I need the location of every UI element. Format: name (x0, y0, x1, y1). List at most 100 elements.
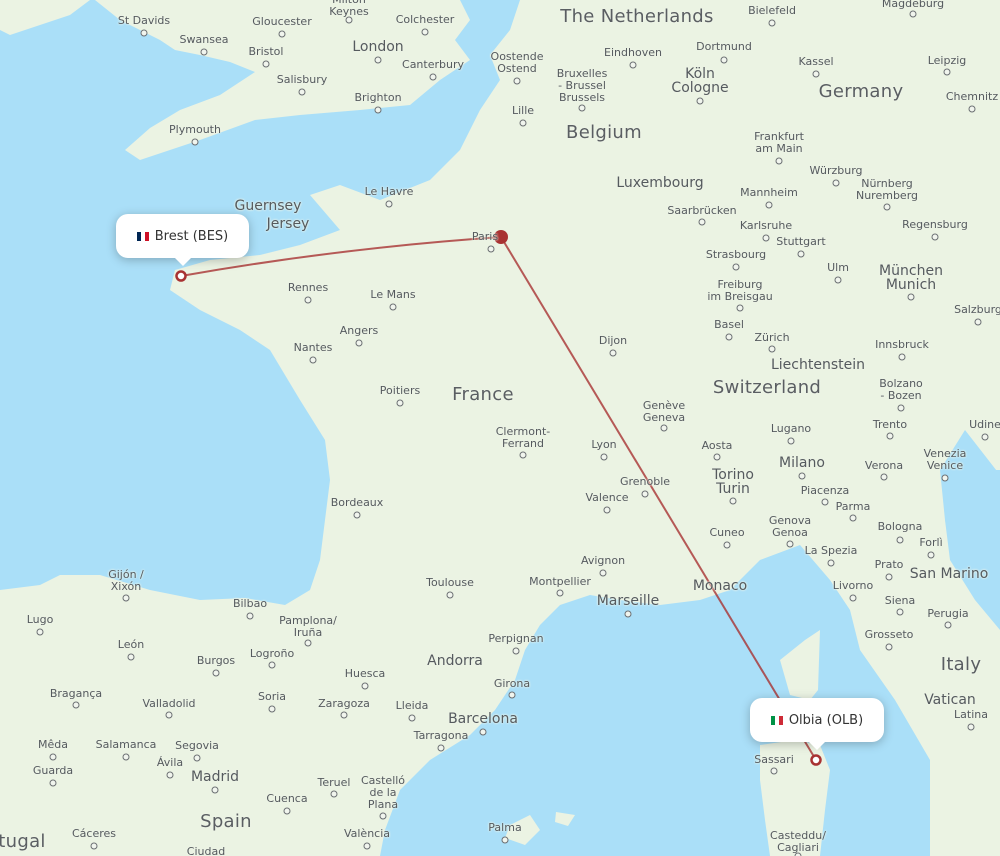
origin-popup[interactable]: Brest (BES) (116, 214, 249, 266)
city-dot-icon (886, 432, 894, 440)
city-label-lugano: Lugano (770, 422, 812, 435)
city-label-munchen-munich: München Munich (879, 263, 943, 293)
city-label-bruxelles-brussel-brussels: Bruxelles - Brussel Brussels (556, 67, 608, 104)
city-dot-icon (827, 559, 835, 567)
city-dot-icon (165, 711, 173, 719)
city-label-bilbao: Bilbao (232, 597, 268, 610)
city-label-salisbury: Salisbury (276, 73, 328, 86)
city-dot-icon (885, 643, 893, 651)
country-label-france: France (452, 384, 514, 405)
city-label-torino-turin: Torino Turin (712, 467, 754, 497)
city-label-poitiers: Poitiers (379, 384, 421, 397)
city-label-salzburg: Salzburg (954, 303, 1000, 316)
origin-marker (175, 270, 187, 282)
city-label-dijon: Dijon (598, 334, 628, 347)
origin-label: Brest (BES) (154, 228, 229, 244)
city-dot-icon (794, 852, 802, 856)
city-dot-icon (513, 77, 521, 85)
city-dot-icon (821, 498, 829, 506)
country-label-italy: Italy (940, 654, 982, 675)
city-dot-icon (304, 296, 312, 304)
city-dot-icon (191, 138, 199, 146)
country-label-belgium: Belgium (566, 122, 642, 143)
city-label-casteddu-cagliari: Casteddu/Cagliari (770, 829, 826, 854)
city-dot-icon (968, 105, 976, 113)
land-menorca (555, 812, 575, 826)
city-dot-icon (768, 19, 776, 27)
city-dot-icon (578, 104, 586, 112)
city-label-wurzburg: Würzburg (809, 164, 863, 177)
city-dot-icon (967, 723, 975, 731)
city-label-perpignan: Perpignan (488, 632, 544, 645)
city-label-avila: Ávila (156, 756, 184, 769)
city-label-gloucester: Gloucester (252, 15, 312, 28)
destination-marker (810, 754, 822, 766)
destination-popup[interactable]: Olbia (OLB) (750, 698, 884, 750)
city-dot-icon (268, 705, 276, 713)
city-dot-icon (944, 621, 952, 629)
city-dot-icon (429, 73, 437, 81)
country-label-luxembourg: Luxembourg (616, 175, 704, 191)
city-dot-icon (624, 610, 632, 618)
city-label-geneve-geneva: Genève Geneva (642, 399, 686, 424)
city-label-livorno: Livorno (832, 579, 874, 592)
city-dot-icon (725, 333, 733, 341)
city-label-bordeaux: Bordeaux (330, 496, 384, 509)
city-dot-icon (797, 250, 805, 258)
city-label-angers: Angers (339, 324, 379, 337)
city-label-magdeburg: Magdeburg (881, 0, 945, 10)
city-label-salamanca: Salamanca (95, 738, 157, 751)
city-dot-icon (421, 28, 429, 36)
city-label-lleida: Lleida (395, 699, 429, 712)
city-dot-icon (765, 201, 773, 209)
country-label-monaco: Monaco (692, 578, 748, 594)
city-dot-icon (385, 200, 393, 208)
city-label-verona: Verona (864, 459, 904, 472)
city-label-zaragoza: Zaragoza (318, 697, 370, 710)
city-dot-icon (909, 10, 917, 18)
city-label-bielefeld: Bielefeld (748, 4, 796, 17)
city-dot-icon (446, 591, 454, 599)
country-label-guernsey: Guernsey (234, 198, 302, 214)
city-dot-icon (479, 728, 487, 736)
city-dot-icon (122, 594, 130, 602)
city-label-leipzig: Leipzig (927, 54, 967, 67)
city-label-nurnberg-nuremberg: Nürnberg Nuremberg (855, 177, 919, 202)
city-label-huesca: Huesca (344, 667, 386, 680)
city-dot-icon (374, 56, 382, 64)
city-dot-icon (437, 744, 445, 752)
city-label-madrid: Madrid (190, 769, 240, 785)
city-label-innsbruck: Innsbruck (875, 338, 929, 351)
city-label-cuenca: Cuenca (266, 792, 308, 805)
city-dot-icon (361, 682, 369, 690)
city-dot-icon (508, 691, 516, 699)
country-label-liechtenstein: Liechtenstein (770, 357, 866, 373)
city-label-le-havre: Le Havre (364, 185, 414, 198)
land-ireland (0, 0, 90, 35)
country-label-spain: Spain (200, 811, 252, 832)
city-dot-icon (200, 48, 208, 56)
city-dot-icon (193, 754, 201, 762)
city-dot-icon (898, 353, 906, 361)
city-label-gijon-xixon: Gijón / Xixón (108, 568, 144, 593)
city-label-parma: Parma (835, 500, 871, 513)
city-label-clermont-ferrand: Clermont- Ferrand (495, 425, 551, 450)
city-label-marseille: Marseille (596, 593, 660, 609)
city-dot-icon (309, 356, 317, 364)
route-map[interactable]: The Netherlands Belgium Luxembourg Germany F… (0, 0, 1000, 856)
city-dot-icon (408, 714, 416, 722)
city-label-regensburg: Regensburg (902, 218, 968, 231)
city-dot-icon (885, 573, 893, 581)
city-label-bristol: Bristol (248, 45, 284, 58)
city-dot-icon (762, 234, 770, 242)
city-dot-icon (374, 106, 382, 114)
city-dot-icon (49, 753, 57, 761)
city-label-karlsruhe: Karlsruhe (739, 219, 793, 232)
city-dot-icon (896, 536, 904, 544)
city-label-zurich: Zürich (754, 331, 790, 344)
city-label-basel: Basel (714, 318, 744, 331)
city-dot-icon (122, 753, 130, 761)
city-dot-icon (609, 349, 617, 357)
city-dot-icon (897, 404, 905, 412)
city-label-valence: Valence (585, 491, 629, 504)
